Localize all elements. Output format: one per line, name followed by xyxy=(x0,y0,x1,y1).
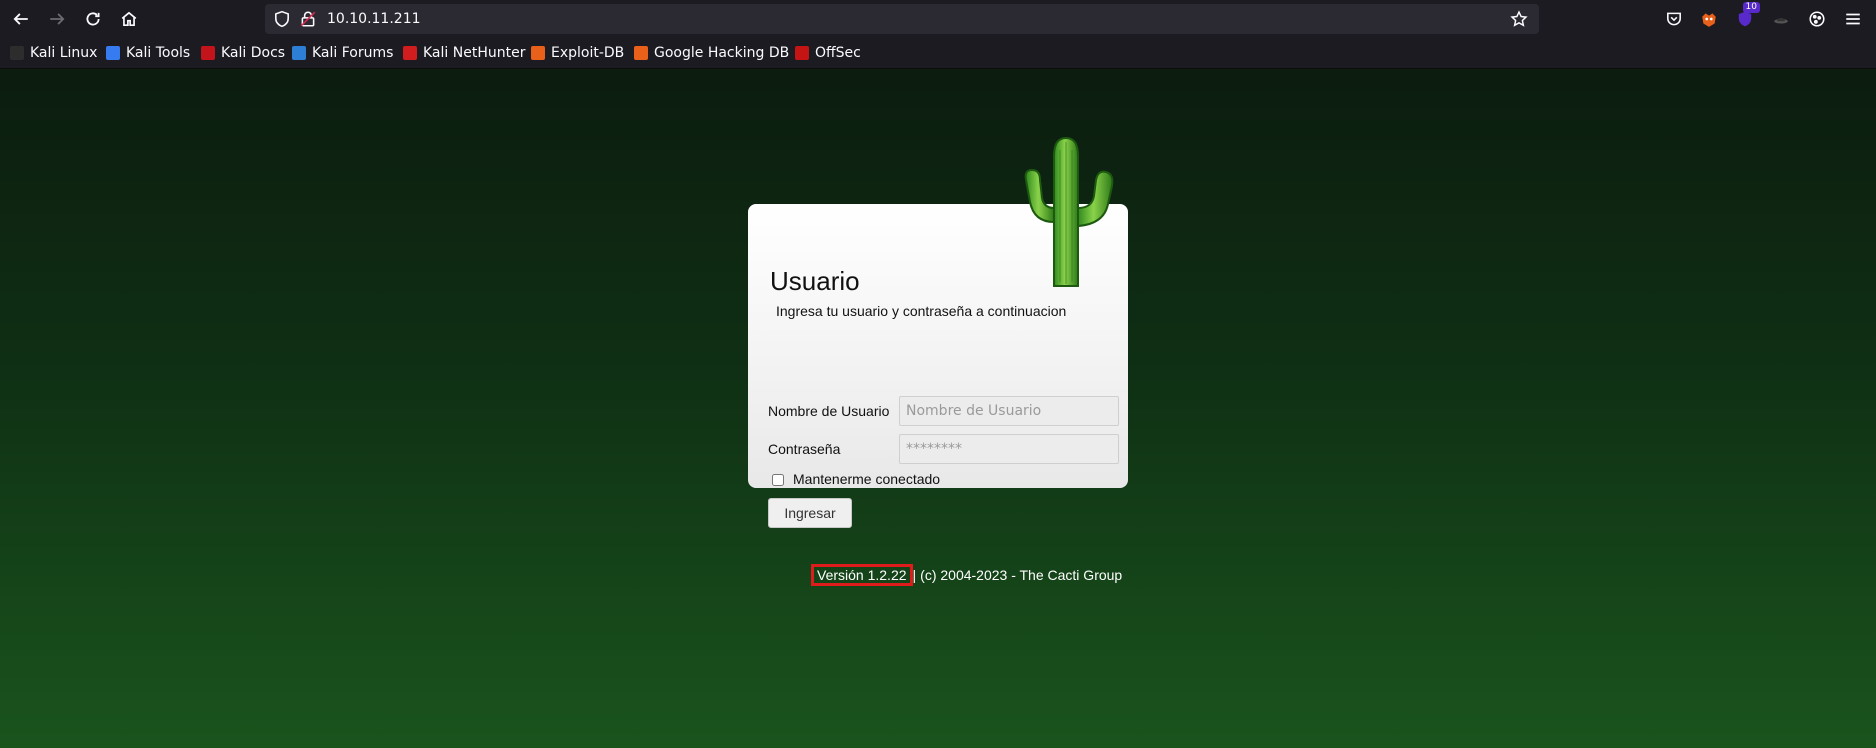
bookmark-google-hacking-db[interactable]: Google Hacking DB xyxy=(634,44,789,62)
home-icon[interactable] xyxy=(116,6,142,32)
bookmark-kali-docs[interactable]: Kali Docs xyxy=(201,44,285,62)
bookmark-kali-tools[interactable]: Kali Tools xyxy=(106,44,190,62)
url-text[interactable]: 10.10.11.211 xyxy=(327,11,421,27)
login-title: Usuario xyxy=(770,266,860,296)
url-bar[interactable]: 10.10.11.211 xyxy=(265,4,1539,34)
kali-tools-icon xyxy=(106,46,120,60)
copyright-text: (c) 2004-2023 - The Cacti Group xyxy=(920,567,1123,583)
password-input[interactable] xyxy=(899,434,1119,464)
username-input[interactable] xyxy=(899,396,1119,426)
exploit-db-icon xyxy=(531,46,545,60)
reload-icon[interactable] xyxy=(80,6,106,32)
footer-separator: | xyxy=(912,567,917,583)
extension-icon[interactable] xyxy=(1806,8,1828,30)
login-subtitle: Ingresa tu usuario y contraseña a contin… xyxy=(776,303,1067,319)
bookmark-offsec[interactable]: OffSec xyxy=(795,44,861,62)
bookmark-label: OffSec xyxy=(815,45,861,61)
bookmark-label: Google Hacking DB xyxy=(654,45,790,61)
bookmark-label: Exploit-DB xyxy=(551,45,625,61)
remember-me-label[interactable]: Mantenerme conectado xyxy=(793,471,940,487)
cacti-logo-icon xyxy=(1024,136,1114,287)
kali-dragon-icon xyxy=(10,46,24,60)
back-icon[interactable] xyxy=(8,6,34,32)
bookmark-kali-nethunter[interactable]: Kali NetHunter xyxy=(403,44,525,62)
bookmark-label: Kali Docs xyxy=(221,45,286,61)
extension-badge: 10 xyxy=(1742,2,1760,13)
extension-icon[interactable] xyxy=(1770,8,1792,30)
forward-icon[interactable] xyxy=(44,6,70,32)
username-label: Nombre de Usuario xyxy=(768,403,890,419)
bookmark-label: Kali NetHunter xyxy=(423,45,526,61)
bookmark-kali-linux[interactable]: Kali Linux xyxy=(10,44,97,62)
remember-me-checkbox[interactable] xyxy=(772,474,784,486)
menu-icon[interactable] xyxy=(1842,8,1864,30)
shield-icon[interactable] xyxy=(273,10,291,28)
bookmark-label: Kali Linux xyxy=(30,45,98,61)
star-icon[interactable] xyxy=(1510,10,1528,28)
google-hacking-db-icon xyxy=(634,46,648,60)
extension-icon[interactable] xyxy=(1698,8,1720,30)
extension-icon[interactable]: 10 xyxy=(1734,2,1760,30)
bookmark-kali-forums[interactable]: Kali Forums xyxy=(292,44,393,62)
bookmark-label: Kali Forums xyxy=(312,45,394,61)
kali-forums-icon xyxy=(292,46,306,60)
bookmark-exploit-db[interactable]: Exploit-DB xyxy=(531,44,624,62)
login-button[interactable]: Ingresar xyxy=(768,498,852,528)
browser-toolbar: 10.10.11.211 10 xyxy=(0,0,1876,38)
version-text: Versión 1.2.22 xyxy=(811,564,913,586)
kali-docs-icon xyxy=(201,46,215,60)
bookmark-label: Kali Tools xyxy=(126,45,191,61)
pocket-icon[interactable] xyxy=(1663,8,1685,30)
lock-icon[interactable] xyxy=(299,10,317,28)
bookmarks-bar: Kali Linux Kali Tools Kali Docs Kali For… xyxy=(0,38,1876,69)
footer: Versión 1.2.22 | (c) 2004-2023 - The Cac… xyxy=(811,564,1122,586)
password-label: Contraseña xyxy=(768,441,841,457)
kali-nethunter-icon xyxy=(403,46,417,60)
offsec-icon xyxy=(795,46,809,60)
